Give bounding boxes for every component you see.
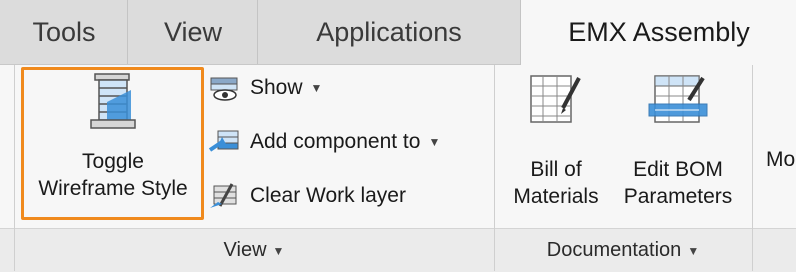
toggle-wireframe-label-line1: Toggle [82,150,144,173]
edit-bom-label-line1: Edit BOM [633,158,723,181]
add-component-icon [208,130,239,152]
table-edit-icon [530,75,581,123]
clear-work-layer-label: Clear Work layer [250,184,406,207]
toggle-wireframe-label-line2: Wireframe Style [38,177,188,200]
bom-label-line1: Bill of [530,158,582,181]
tab-tools[interactable]: Tools [0,0,128,64]
tab-applications[interactable]: Applications [258,0,520,64]
tab-applications-label: Applications [316,17,462,47]
show-label: Show [250,76,303,99]
wireframe-icon [90,73,136,129]
group-label-view[interactable]: View ▼ [14,230,494,270]
next-group-label-partial: Mo [766,148,796,171]
bom-label-line2: Materials [513,185,599,208]
group-view-label: View [223,239,267,261]
edit-bom-parameters-button[interactable]: Edit BOM Parameters [612,74,744,210]
toggle-wireframe-style-button[interactable]: Toggle Wireframe Style [24,72,202,202]
next-group-button-partial[interactable]: Mo [766,148,795,172]
tab-emx-assembly-label: EMX Assembly [568,17,750,47]
group-label-documentation[interactable]: Documentation ▼ [494,230,752,270]
tab-view[interactable]: View [128,0,258,64]
add-component-label: Add component to [250,130,421,153]
bill-of-materials-button[interactable]: Bill of Materials [500,74,612,210]
edit-bom-label-line2: Parameters [623,185,733,208]
tab-emx-assembly[interactable]: EMX Assembly [520,0,796,66]
tab-tools-label: Tools [32,17,96,47]
group-documentation-label: Documentation [546,239,682,261]
chevron-down-icon: ▼ [272,243,285,258]
chevron-down-icon[interactable]: ▼ [311,81,323,95]
table-params-icon [648,75,708,123]
group-separator [752,65,753,271]
eye-icon [210,77,238,101]
clear-layer-icon [210,183,237,208]
ribbon-tab-bar: Tools View Applications EMX Assembly [0,0,796,66]
chevron-down-icon: ▼ [687,243,700,258]
chevron-down-icon[interactable]: ▼ [428,135,440,149]
tab-view-label: View [163,17,223,47]
